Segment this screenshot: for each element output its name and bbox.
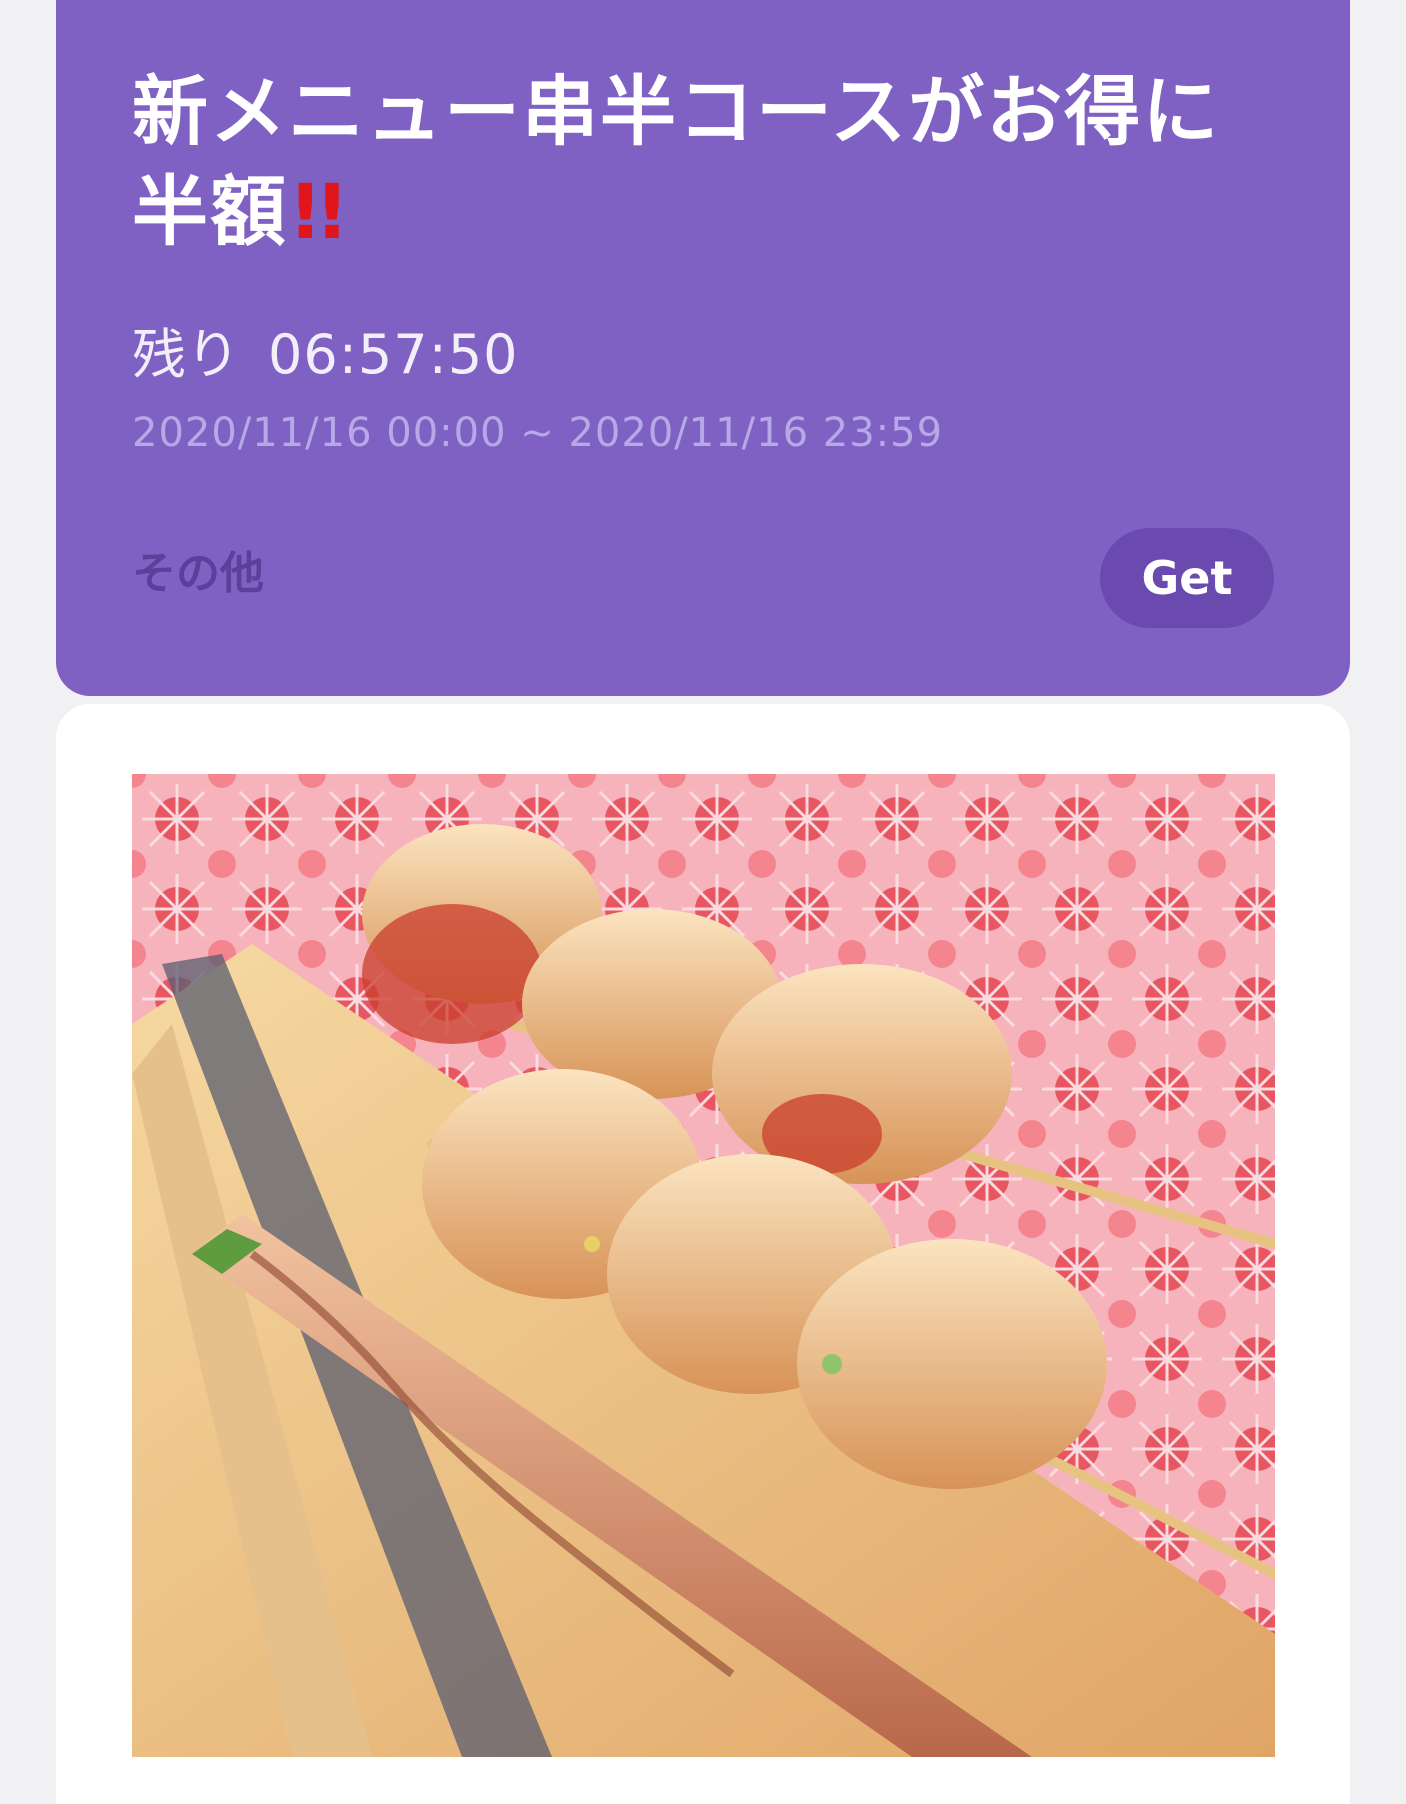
validity-period: 2020/11/16 00:00 ~ 2020/11/16 23:59 (132, 410, 944, 456)
coupon-title-line1: 新メニュー串半コースがお得に (132, 67, 1221, 156)
remaining-label: 残り (132, 323, 240, 386)
get-coupon-button[interactable]: Get (1100, 528, 1274, 628)
yakitori-skewers-illustration (132, 774, 1275, 1757)
countdown: 残り 06:57:50 (132, 320, 519, 390)
coupon-title: 新メニュー串半コースがお得に 半額!! (132, 62, 1302, 262)
countdown-timer: 06:57:50 (268, 323, 519, 386)
food-photo (132, 774, 1275, 1757)
coupon-card: 新メニュー串半コースがお得に 半額!! 残り 06:57:50 2020/11/1… (56, 0, 1350, 696)
coupon-title-line2: 半額 (132, 167, 288, 256)
coupon-category: その他 (132, 548, 264, 599)
double-exclamation-icon: !! (288, 167, 349, 256)
